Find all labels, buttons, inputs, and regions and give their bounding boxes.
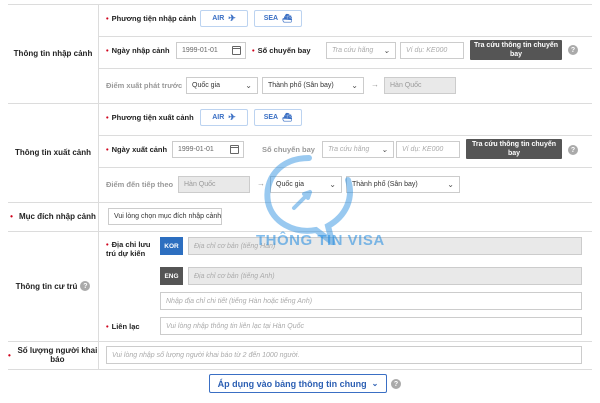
ship-icon: ⛴ [282,113,293,122]
chevron-down-icon: ⌄ [447,180,454,189]
arrow-right-icon: → [371,80,379,89]
airplane-icon: ✈ [228,112,236,122]
exit-sea-button[interactable]: SEA ⛴ [254,109,302,126]
entry-flight-label: Số chuyến bay [252,46,311,55]
help-icon[interactable]: ? [80,281,91,291]
kor-address-field: Địa chỉ cơ bản (tiếng Hàn) [188,237,582,255]
entry-air-button[interactable]: AIR ✈ [200,10,248,27]
entry-city-select[interactable]: Thành phố (Sân bay) ⌄ [262,77,364,94]
contact-input[interactable]: Vui lòng nhập thông tin liên lạc tại Hàn… [160,317,582,335]
exit-transport-label: Phương tiện xuất cảnh [106,113,194,122]
entry-country-select[interactable]: Quốc gia ⌄ [186,77,258,94]
contact-label: Liên lạc [106,322,140,331]
help-icon[interactable]: ? [568,45,578,55]
entry-origin-label: Điểm xuất phát trước [106,81,183,90]
residence-section-label: Thông tin cư trú? [8,231,98,341]
exit-date-label: Ngày xuất cảnh [106,145,167,154]
exit-next-label: Điểm đến tiếp theo [106,180,174,189]
entry-date-label: Ngày nhập cảnh [106,46,170,55]
kor-tag: KOR [160,237,183,255]
apply-button[interactable]: Áp dụng vào bảng thông tin chung ⌄ [209,374,387,393]
purpose-section-label: Mục đích nhập cảnh [8,202,98,231]
chevron-down-icon: ⌄ [245,81,252,90]
calendar-icon [232,46,241,55]
exit-air-button[interactable]: AIR ✈ [200,109,248,126]
entry-transport-label: Phương tiện nhập cảnh [106,14,197,23]
help-icon[interactable]: ? [391,379,401,389]
exit-lookup-button[interactable]: Tra cứu thông tin chuyến bay [466,139,562,159]
residence-address-label: Địa chỉ lưu trú dự kiến [106,240,158,258]
exit-date-input[interactable]: 1999-01-01 [172,141,244,158]
eng-tag: ENG [160,267,183,285]
chevron-down-icon: ⌄ [381,145,388,154]
exit-origin-field: Hàn Quốc [178,176,250,193]
detail-address-input[interactable]: Nhập địa chỉ chi tiết (tiếng Hàn hoặc ti… [160,292,582,310]
purpose-select[interactable]: Vui lòng chọn mục đích nhập cảnh [108,208,222,225]
watermark-text: THÔNG TIN VISA [256,232,385,249]
count-section-label: Số lượng người khai báo [8,341,98,369]
entry-sea-button[interactable]: SEA ⛴ [254,10,302,27]
eng-address-field: Địa chỉ cơ bản (tiếng Anh) [188,267,582,285]
entry-lookup-button[interactable]: Tra cứu thông tin chuyến bay [470,40,562,60]
ship-icon: ⛴ [282,14,293,23]
chevron-down-icon: ⌄ [383,46,390,55]
entry-airline-select[interactable]: Tra cứu hãng ⌄ [326,42,396,59]
watermark-logo [264,155,353,245]
chevron-down-icon: ⌄ [371,379,379,388]
exit-flight-input[interactable]: Ví dụ: KE000 [396,141,460,158]
entry-date-input[interactable]: 1999-01-01 [176,42,246,59]
help-icon[interactable]: ? [568,145,578,155]
entry-destination-field: Hàn Quốc [384,77,456,94]
chevron-down-icon: ⌄ [351,81,358,90]
exit-section-label: Thông tin xuất cảnh [15,148,91,157]
entry-flight-input[interactable]: Ví dụ: KE000 [400,42,464,59]
count-input[interactable]: Vui lòng nhập số lượng người khai báo từ… [106,346,582,364]
entry-section-label: Thông tin nhập cảnh [13,49,93,58]
airplane-icon: ✈ [228,13,236,23]
calendar-icon [230,145,239,154]
form-container: Thông tin nhập cảnh Phương tiện nhập cản… [0,0,600,403]
